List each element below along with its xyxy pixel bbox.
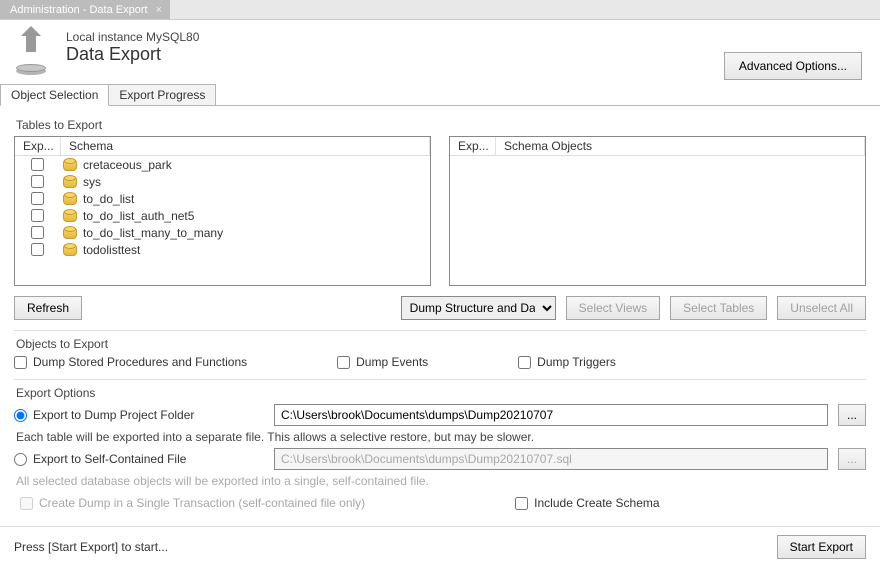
schema-name: to_do_list <box>83 192 134 206</box>
browse-file-button[interactable]: ... <box>838 448 866 470</box>
col-objects-header[interactable]: Schema Objects <box>496 137 865 155</box>
schema-checkbox[interactable] <box>31 209 44 222</box>
col-exp-header[interactable]: Exp... <box>15 137 61 155</box>
inner-tabs: Object Selection Export Progress <box>0 84 880 106</box>
export-file-radio[interactable]: Export to Self-Contained File <box>14 452 264 466</box>
database-icon <box>63 176 77 188</box>
select-tables-button[interactable]: Select Tables <box>670 296 767 320</box>
database-icon <box>63 244 77 256</box>
app-tab-data-export[interactable]: Administration - Data Export × <box>0 0 170 19</box>
file-path-input[interactable] <box>274 448 828 470</box>
table-row[interactable]: todolisttest <box>15 241 430 258</box>
unselect-all-button[interactable]: Unselect All <box>777 296 866 320</box>
file-hint: All selected database objects will be ex… <box>16 474 864 488</box>
page-title: Data Export <box>66 44 199 65</box>
header: Local instance MySQL80 Data Export Advan… <box>0 20 880 78</box>
advanced-options-button[interactable]: Advanced Options... <box>724 52 862 80</box>
folder-path-input[interactable] <box>274 404 828 426</box>
tables-to-export-label: Tables to Export <box>16 118 866 132</box>
refresh-button[interactable]: Refresh <box>14 296 82 320</box>
objects-to-export-label: Objects to Export <box>16 337 866 351</box>
schema-list[interactable]: Exp... Schema cretaceous_parksys to_do_li… <box>14 136 431 286</box>
start-export-button[interactable]: Start Export <box>777 535 866 559</box>
app-tab-label: Administration - Data Export <box>10 4 148 16</box>
schema-name: to_do_list_auth_net5 <box>83 209 194 223</box>
schema-checkbox[interactable] <box>31 175 44 188</box>
database-icon <box>63 227 77 239</box>
tab-object-selection[interactable]: Object Selection <box>0 84 109 106</box>
table-row[interactable]: to_do_list_many_to_many <box>15 224 430 241</box>
app-tab-strip: Administration - Data Export × <box>0 0 880 20</box>
schema-checkbox[interactable] <box>31 243 44 256</box>
export-folder-radio[interactable]: Export to Dump Project Folder <box>14 408 264 422</box>
schema-checkbox[interactable] <box>31 192 44 205</box>
export-options-label: Export Options <box>16 386 866 400</box>
database-icon <box>63 210 77 222</box>
schema-name: sys <box>83 175 101 189</box>
select-views-button[interactable]: Select Views <box>566 296 660 320</box>
table-row[interactable]: sys <box>15 173 430 190</box>
schema-checkbox[interactable] <box>31 158 44 171</box>
tab-export-progress[interactable]: Export Progress <box>108 84 216 105</box>
schema-objects-list[interactable]: Exp... Schema Objects <box>449 136 866 286</box>
database-icon <box>63 159 77 171</box>
table-row[interactable]: to_do_list_auth_net5 <box>15 207 430 224</box>
schema-name: cretaceous_park <box>83 158 172 172</box>
table-row[interactable]: to_do_list <box>15 190 430 207</box>
schema-checkbox[interactable] <box>31 226 44 239</box>
schema-name: to_do_list_many_to_many <box>83 226 223 240</box>
close-icon[interactable]: × <box>156 4 162 16</box>
database-icon <box>63 193 77 205</box>
col-schema-header[interactable]: Schema <box>61 137 430 155</box>
dump-type-select[interactable]: Dump Structure and Dat <box>401 296 556 320</box>
instance-label: Local instance MySQL80 <box>66 30 199 44</box>
export-icon <box>12 34 52 74</box>
dump-procedures-checkbox[interactable]: Dump Stored Procedures and Functions <box>14 355 247 369</box>
folder-hint: Each table will be exported into a separ… <box>16 430 864 444</box>
browse-folder-button[interactable]: ... <box>838 404 866 426</box>
footer-hint: Press [Start Export] to start... <box>14 540 168 554</box>
col-exp-header-right[interactable]: Exp... <box>450 137 496 155</box>
single-transaction-checkbox[interactable]: Create Dump in a Single Transaction (sel… <box>20 496 365 510</box>
table-row[interactable]: cretaceous_park <box>15 156 430 173</box>
schema-name: todolisttest <box>83 243 140 257</box>
dump-triggers-checkbox[interactable]: Dump Triggers <box>518 355 616 369</box>
include-create-schema-checkbox[interactable]: Include Create Schema <box>515 496 659 510</box>
dump-events-checkbox[interactable]: Dump Events <box>337 355 428 369</box>
